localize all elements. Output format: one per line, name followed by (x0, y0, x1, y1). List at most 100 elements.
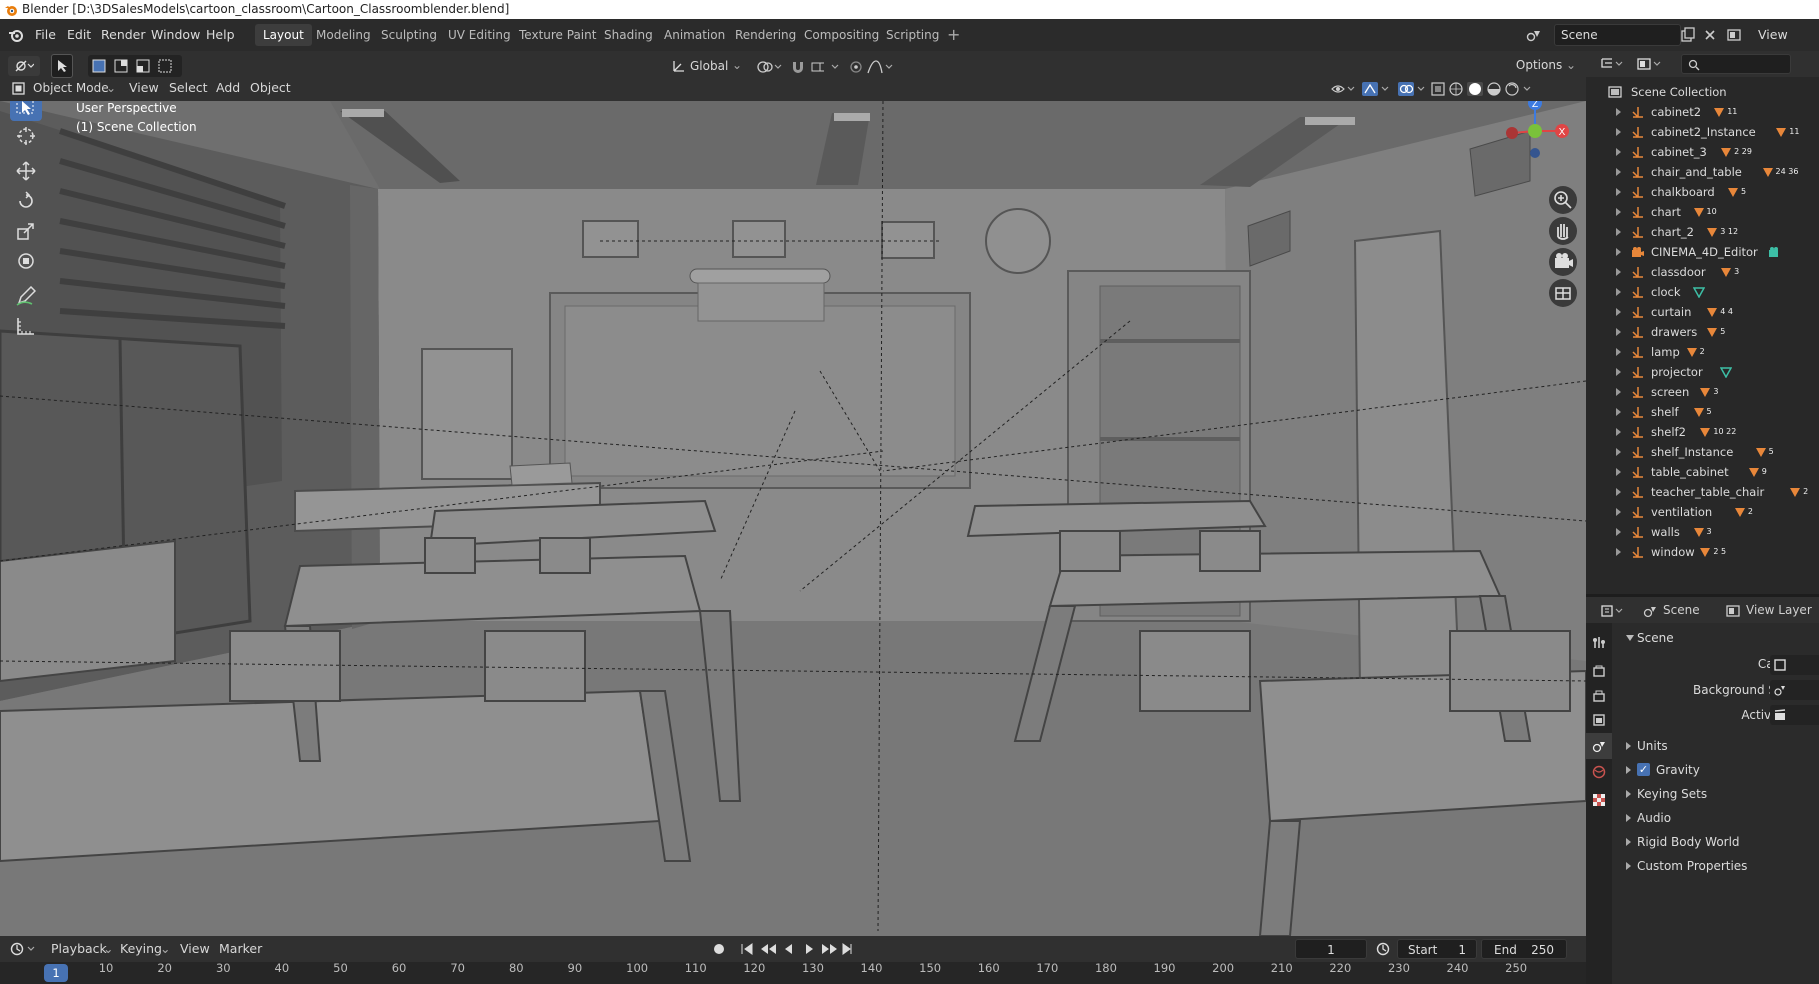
outliner-item[interactable]: ventilation 2 (1586, 502, 1819, 522)
outliner-item[interactable]: curtain 4 4 (1586, 302, 1819, 322)
scene-name-field[interactable]: Scene (1554, 24, 1681, 46)
expand-arrow-icon[interactable] (1616, 508, 1621, 516)
pan-button[interactable] (1549, 217, 1577, 245)
expand-arrow-icon[interactable] (1616, 548, 1621, 556)
expand-arrow-icon[interactable] (1616, 328, 1621, 336)
current-frame-marker[interactable]: 1 (44, 964, 68, 982)
current-frame-field[interactable]: 1 (1295, 939, 1367, 959)
active-clip-field[interactable] (1770, 705, 1819, 725)
outliner-item[interactable]: chart 10 (1586, 202, 1819, 222)
texture-properties-icon[interactable] (1592, 793, 1606, 807)
options-dropdown[interactable]: Options ⌄ (1515, 55, 1577, 77)
menu-edit[interactable]: Edit (67, 19, 91, 51)
outliner-item[interactable]: chart_2 3 12 (1586, 222, 1819, 242)
outliner-item[interactable]: teacher_table_chair 2 (1586, 482, 1819, 502)
tab-animation[interactable]: Animation (656, 24, 733, 46)
editor-type-button[interactable] (8, 56, 40, 76)
timeline-editor-icon[interactable] (10, 942, 38, 956)
view-layer-icon[interactable] (1726, 27, 1742, 43)
tab-shading[interactable]: Shading (596, 24, 661, 46)
tool-settings-icon[interactable] (1592, 635, 1606, 649)
expand-arrow-icon[interactable] (1616, 488, 1621, 496)
outliner-item[interactable]: cabinet_3 2 29 (1586, 142, 1819, 162)
world-properties-icon[interactable] (1592, 765, 1606, 779)
section-keying-sets[interactable]: Keying Sets (1637, 783, 1707, 805)
select-box-tool-button[interactable] (51, 54, 73, 78)
camera-view-button[interactable] (1549, 248, 1577, 276)
camera-field[interactable] (1770, 655, 1819, 675)
expand-arrow-icon[interactable] (1616, 408, 1621, 416)
section-audio[interactable]: Audio (1637, 807, 1671, 829)
menu-render[interactable]: Render (101, 19, 146, 51)
outliner-item[interactable]: shelf 5 (1586, 402, 1819, 422)
section-units[interactable]: Units (1637, 735, 1668, 757)
gravity-checkbox[interactable]: ✓ (1637, 763, 1650, 776)
section-expand-icon[interactable] (1626, 742, 1631, 750)
tab-rendering[interactable]: Rendering (727, 24, 804, 46)
output-properties-icon[interactable] (1592, 689, 1606, 703)
outliner-item[interactable]: chair_and_table 24 36 (1586, 162, 1819, 182)
props-view-layer-label[interactable]: View Layer (1746, 600, 1812, 620)
expand-arrow-icon[interactable] (1616, 108, 1621, 116)
section-expand-icon[interactable] (1626, 814, 1631, 822)
expand-arrow-icon[interactable] (1616, 248, 1621, 256)
section-gravity[interactable]: Gravity (1656, 759, 1700, 781)
outliner-scene-collection[interactable]: Scene Collection (1586, 82, 1819, 102)
snap-target-icon[interactable] (810, 59, 842, 75)
section-custom-properties[interactable]: Custom Properties (1637, 855, 1747, 877)
outliner-item[interactable]: projector (1586, 362, 1819, 382)
timeline-menu-view[interactable]: View (180, 939, 210, 959)
start-frame-field[interactable]: Start 1 (1397, 939, 1477, 959)
move-tool[interactable] (10, 156, 42, 186)
section-expand-icon[interactable] (1626, 766, 1631, 774)
cursor-tool[interactable] (10, 121, 42, 151)
tab-compositing[interactable]: Compositing (796, 24, 887, 46)
props-scene-label[interactable]: Scene (1663, 600, 1700, 620)
expand-arrow-icon[interactable] (1616, 468, 1621, 476)
expand-arrow-icon[interactable] (1616, 188, 1621, 196)
timeline-menu-marker[interactable]: Marker (219, 939, 262, 959)
outliner-item[interactable]: CINEMA_4D_Editor (1586, 242, 1819, 262)
expand-arrow-icon[interactable] (1616, 128, 1621, 136)
section-rigid-body-world[interactable]: Rigid Body World (1637, 831, 1740, 853)
add-workspace-button[interactable]: + (947, 19, 960, 51)
timeline-menu-playback[interactable]: Playback (51, 939, 107, 959)
expand-arrow-icon[interactable] (1616, 208, 1621, 216)
outliner-item[interactable]: drawers 5 (1586, 322, 1819, 342)
section-expand-icon[interactable] (1626, 838, 1631, 846)
copy-scene-icon[interactable] (1680, 27, 1696, 43)
outliner-item[interactable]: lamp 2 (1586, 342, 1819, 362)
selection-mode-group[interactable] (88, 55, 182, 77)
playback-controls[interactable] (710, 941, 860, 957)
scene-icon[interactable] (1526, 28, 1542, 42)
menu-view[interactable]: View (129, 78, 159, 98)
outliner-item[interactable]: classdoor 3 (1586, 262, 1819, 282)
end-frame-field[interactable]: End 250 (1481, 939, 1567, 959)
tab-uv-editing[interactable]: UV Editing (440, 24, 519, 46)
menu-help[interactable]: Help (206, 19, 235, 51)
outliner-item[interactable]: table_cabinet 9 (1586, 462, 1819, 482)
view-layer-properties-icon[interactable] (1592, 713, 1606, 727)
scene-panel-title[interactable]: Scene (1637, 627, 1674, 649)
tab-layout[interactable]: Layout (255, 24, 312, 46)
menu-select[interactable]: Select (169, 78, 208, 98)
expand-arrow-icon[interactable] (1616, 288, 1621, 296)
outliner-item[interactable]: clock (1586, 282, 1819, 302)
pivot-point-icon[interactable] (756, 59, 782, 75)
outliner-editor-icon[interactable] (1600, 57, 1624, 71)
transform-tool[interactable] (10, 246, 42, 276)
expand-arrow-icon[interactable] (1616, 348, 1621, 356)
falloff-curve-icon[interactable] (866, 59, 896, 75)
tab-scripting[interactable]: Scripting (878, 24, 947, 46)
expand-arrow-icon[interactable] (1616, 428, 1621, 436)
object-mode-dropdown[interactable]: Object Mode ⌄ (8, 78, 118, 99)
menu-window[interactable]: Window (151, 19, 200, 51)
timeline-menu-keying[interactable]: Keying (120, 939, 162, 959)
zoom-button[interactable] (1549, 186, 1577, 214)
tab-texture-paint[interactable]: Texture Paint (511, 24, 604, 46)
outliner-item[interactable]: cabinet2 11 (1586, 102, 1819, 122)
menu-object[interactable]: Object (250, 78, 291, 98)
expand-arrow-icon[interactable] (1616, 308, 1621, 316)
tab-sculpting[interactable]: Sculpting (373, 24, 445, 46)
view-layer-field[interactable]: View Layer (1758, 19, 1819, 74)
